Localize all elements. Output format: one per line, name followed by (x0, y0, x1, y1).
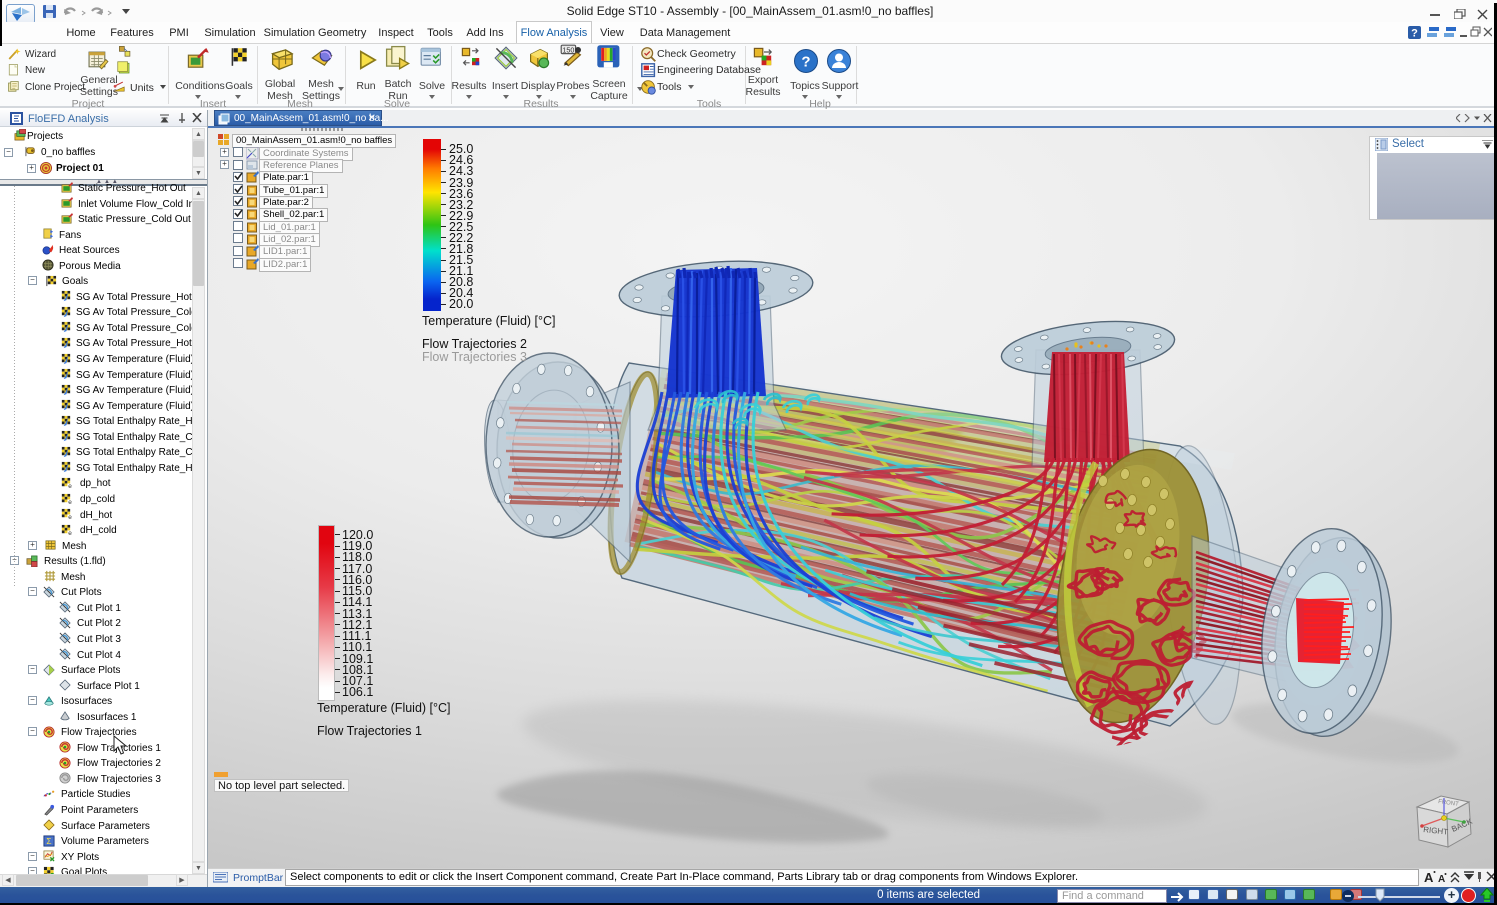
svg-text:A: A (1424, 870, 1434, 885)
svg-text:e: e (68, 499, 72, 505)
svg-text:?: ? (1411, 28, 1418, 40)
svg-text:e: e (68, 483, 72, 489)
svg-text:150: 150 (562, 45, 574, 54)
svg-text:Σ: Σ (46, 836, 51, 846)
svg-text:e: e (68, 530, 72, 536)
svg-text:A: A (1438, 874, 1445, 885)
svg-text:?: ? (801, 54, 810, 71)
svg-text:e: e (68, 514, 72, 520)
